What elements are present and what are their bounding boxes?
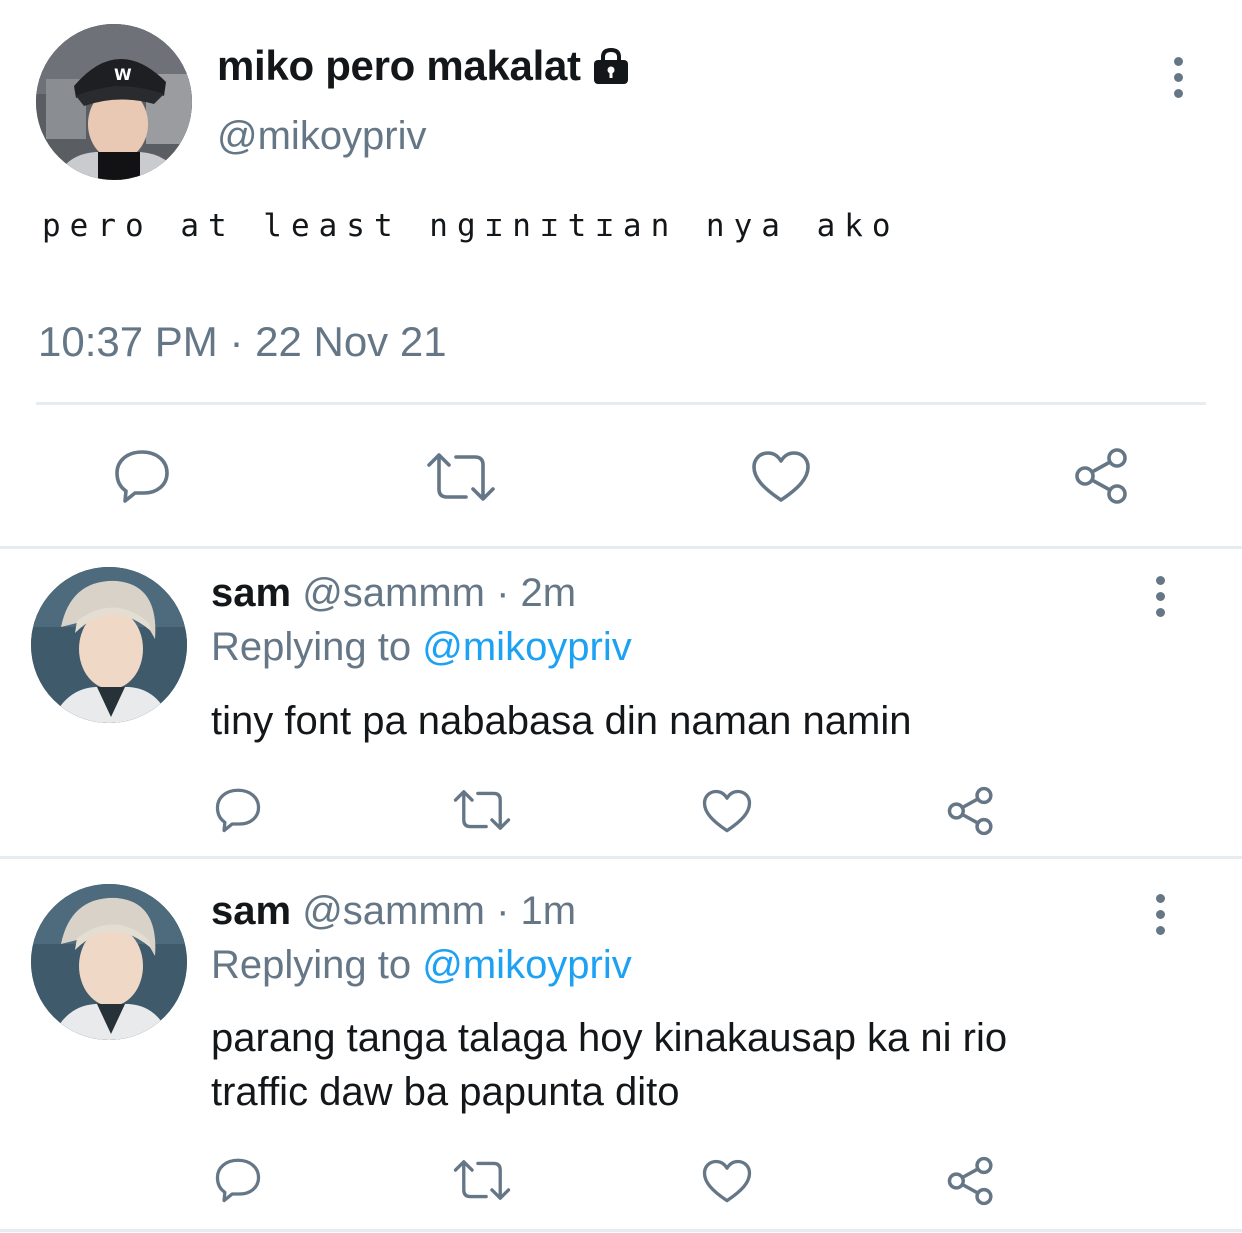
reply-handle[interactable]: @sammm [302, 571, 485, 615]
replying-to-link[interactable]: @mikoypriv [422, 625, 632, 669]
reply-icon [115, 450, 169, 503]
retweet-icon [453, 790, 511, 830]
share-icon [947, 1156, 993, 1206]
replying-to-label: Replying to [211, 625, 412, 669]
reply-button[interactable] [110, 446, 174, 506]
reply-text: parang tanga talaga hoy kinakausap ka ni… [211, 1011, 1191, 1119]
replying-to-link[interactable]: @mikoypriv [422, 943, 632, 987]
reply-text-line: traffic daw ba papunta dito [211, 1070, 680, 1114]
timestamp[interactable]: 10:37 PM · 22 Nov 21 [38, 318, 447, 366]
reply-text-line: parang tanga talaga hoy kinakausap ka ni… [211, 1016, 1008, 1060]
more-icon[interactable] [1156, 894, 1165, 935]
reply-time[interactable]: · 2m [496, 571, 576, 615]
reply-avatar[interactable] [31, 884, 187, 1040]
like-button[interactable] [750, 449, 812, 505]
retweet-button[interactable] [452, 787, 512, 833]
reply-header: sam @sammm · 2m [211, 571, 576, 616]
retweet-button[interactable] [452, 1157, 512, 1203]
share-button[interactable] [945, 785, 997, 837]
section-divider [0, 1229, 1242, 1232]
share-icon [1075, 448, 1127, 504]
replying-to: Replying to @mikoypriv [211, 943, 632, 988]
avatar[interactable]: W [36, 24, 192, 180]
retweet-icon [427, 453, 495, 501]
retweet-icon [453, 1160, 511, 1200]
more-icon[interactable] [1156, 576, 1165, 617]
display-name[interactable]: miko pero makalat [217, 42, 631, 90]
share-icon [947, 786, 993, 836]
like-icon [702, 1159, 752, 1202]
tweet-text: pero at least ngɪnɪtɪan nya ako [42, 208, 900, 244]
lock-icon [591, 48, 631, 84]
handle[interactable]: @mikoypriv [217, 114, 427, 159]
divider [36, 402, 1206, 405]
retweet-button[interactable] [425, 449, 497, 505]
reply-avatar[interactable] [31, 567, 187, 723]
reply-text: tiny font pa nababasa din naman namin [211, 699, 912, 743]
main-tweet: W miko pero makalat @mikoypriv pero at l… [0, 0, 1242, 548]
reply-button[interactable] [213, 1155, 263, 1205]
replying-to: Replying to @mikoypriv [211, 625, 632, 670]
reply-icon [215, 1158, 261, 1203]
reply-display-name[interactable]: sam [211, 889, 291, 933]
reply-handle[interactable]: @sammm [302, 889, 485, 933]
like-icon [752, 451, 810, 502]
share-button[interactable] [1072, 446, 1132, 506]
reply-icon [215, 788, 261, 833]
reply-tweet[interactable]: sam @sammm · 1m Replying to @mikoypriv p… [0, 859, 1242, 1229]
like-button[interactable] [701, 787, 753, 835]
reply-time[interactable]: · 1m [496, 889, 576, 933]
replying-to-label: Replying to [211, 943, 412, 987]
reply-button[interactable] [213, 785, 263, 835]
share-button[interactable] [945, 1155, 997, 1207]
reply-tweet[interactable]: sam @sammm · 2m Replying to @mikoypriv t… [0, 549, 1242, 856]
display-name-text[interactable]: miko pero makalat [217, 42, 581, 90]
svg-text:W: W [114, 65, 132, 84]
like-button[interactable] [701, 1157, 753, 1205]
reply-header: sam @sammm · 1m [211, 889, 576, 934]
more-icon[interactable] [1174, 57, 1183, 98]
reply-display-name[interactable]: sam [211, 571, 291, 615]
like-icon [702, 789, 752, 832]
